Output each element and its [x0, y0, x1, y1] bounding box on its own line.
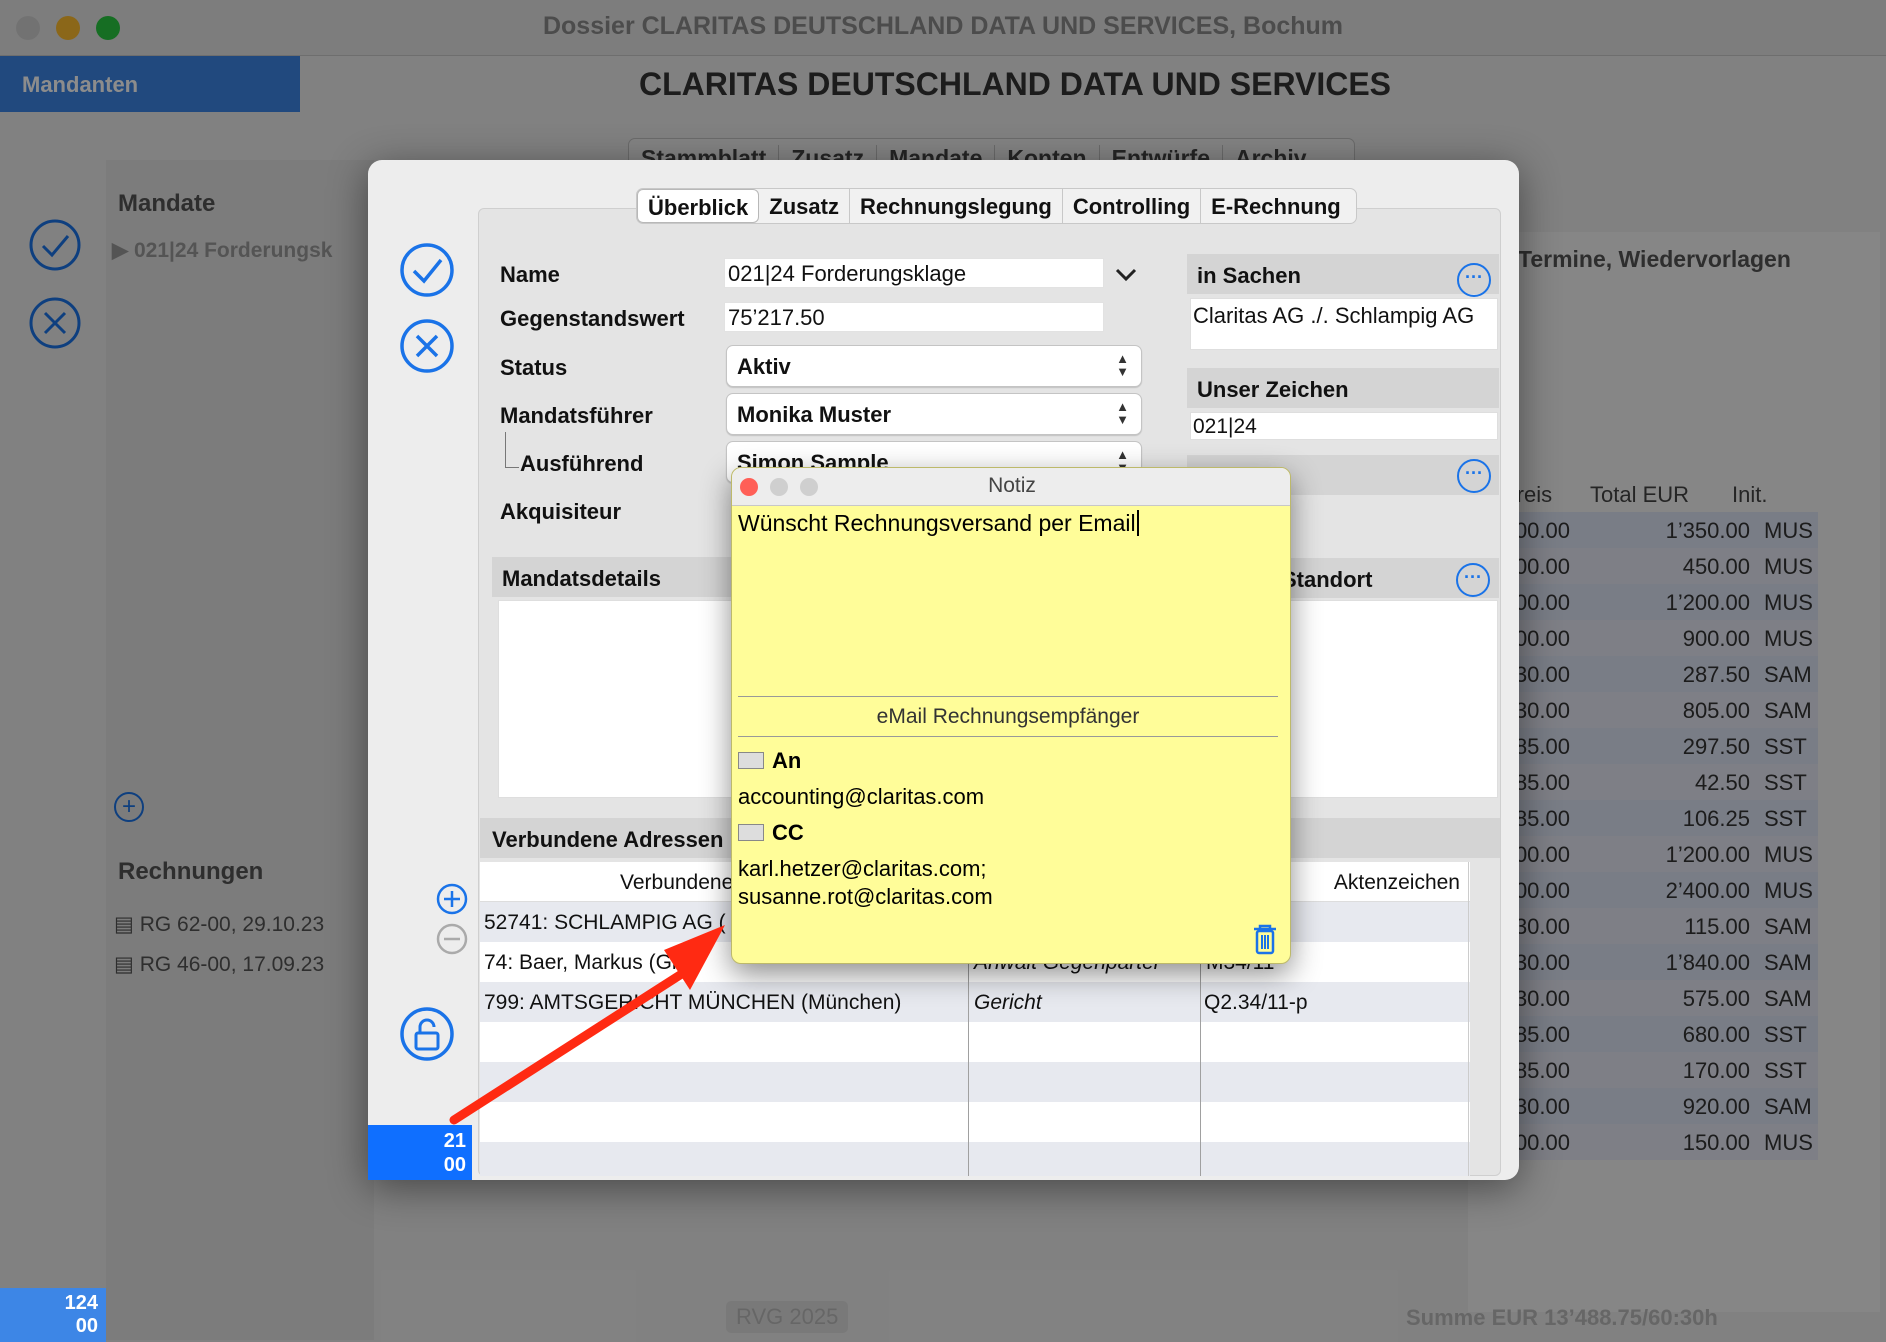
more-icon[interactable]: ··· [1457, 459, 1491, 493]
counter-bottom: 00 [75, 1315, 98, 1337]
mandatsfuehrer-value: Monika Muster [737, 402, 892, 427]
cc-label: CC [772, 820, 804, 845]
gegenstandswert-label: Gegenstandswert [500, 306, 685, 331]
column-divider [1468, 862, 1469, 1176]
divider [738, 696, 1278, 697]
note-text[interactable]: Wünscht Rechnungsversand per Email [738, 510, 1139, 537]
table-row [480, 1062, 1470, 1102]
sheet-counter-badge: 21 00 [368, 1125, 472, 1180]
address-cell: 52741: SCHLAMPIG AG ( [484, 911, 726, 934]
counter-badge: 124 00 [0, 1288, 106, 1342]
cc-row: CC [738, 820, 804, 846]
more-icon[interactable]: ··· [1456, 563, 1490, 597]
aktenzeichen-cell: Q2.34/11-p [1204, 991, 1308, 1014]
unser-zeichen-field[interactable]: 021|24 [1190, 412, 1498, 440]
an-row: An [738, 748, 801, 774]
unser-zeichen-header: Unser Zeichen [1187, 368, 1499, 408]
tab-controlling[interactable]: Controlling [1063, 189, 1202, 223]
badge-top: 21 [443, 1130, 466, 1152]
trash-icon[interactable] [1250, 922, 1280, 956]
col-verbundene[interactable]: Verbundene [620, 871, 733, 895]
email-section-title: eMail Rechnungsempfänger [876, 705, 1140, 728]
envelope-icon [738, 752, 764, 769]
badge-bottom: 00 [443, 1154, 466, 1176]
cc-value-1[interactable]: karl.hetzer@claritas.com; [738, 856, 987, 882]
note-window: Notiz Wünscht Rechnungsversand per Email… [731, 467, 1291, 964]
tab-zusatz[interactable]: Zusatz [759, 189, 850, 223]
in-sachen-header: in Sachen [1187, 254, 1499, 294]
text-cursor [1136, 510, 1139, 536]
mandatsfuehrer-label: Mandatsführer [500, 403, 653, 428]
status-select[interactable]: Aktiv ▲ ▼ [726, 345, 1142, 387]
tree-connector [505, 432, 519, 468]
table-row[interactable]: 799: AMTSGERICHT MÜNCHEN (München) Geric… [480, 982, 1470, 1022]
mandatsfuehrer-select[interactable]: Monika Muster ▲ ▼ [726, 393, 1142, 435]
name-field[interactable]: 021|24 Forderungsklage [724, 258, 1104, 288]
status-value: Aktiv [737, 354, 791, 379]
divider [738, 736, 1278, 737]
add-address-icon[interactable] [435, 882, 469, 916]
more-icon[interactable]: ··· [1457, 263, 1491, 297]
mandatsdetails-field[interactable] [498, 600, 738, 798]
name-label: Name [500, 262, 560, 287]
ausfuehrend-label: Ausführend [520, 451, 644, 476]
note-title-bar: Notiz [732, 468, 1290, 506]
akquisiteur-label: Akquisiteur [500, 499, 622, 524]
in-sachen-field[interactable]: Claritas AG ./. Schlampig AG [1190, 298, 1498, 350]
updown-icon: ▲▼ [1116, 351, 1129, 379]
tab-ueberblick[interactable]: Überblick [637, 189, 760, 223]
remove-address-icon[interactable] [435, 922, 469, 956]
gegenstandswert-field[interactable]: 75’217.50 [724, 302, 1104, 332]
table-row [480, 1142, 1470, 1176]
tab-e-rechnung[interactable]: E-Rechnung [1201, 189, 1351, 223]
updown-icon: ▲▼ [1116, 399, 1129, 427]
mandatsdetails-header: Mandatsdetails [492, 557, 732, 597]
chevron-down-icon[interactable] [1114, 264, 1138, 284]
cc-value-2[interactable]: susanne.rot@claritas.com [738, 884, 993, 910]
save-icon[interactable] [399, 242, 455, 298]
status-label: Status [500, 355, 568, 380]
lock-icon[interactable] [399, 1006, 455, 1062]
address-cell: 74: Baer, Markus (Glei [484, 951, 693, 974]
counter-top: 124 [64, 1292, 98, 1314]
sheet-tabs: Überblick Zusatz Rechnungslegung Control… [636, 188, 1357, 224]
note-title: Notiz [988, 474, 1036, 497]
rolle-cell: Gericht [974, 991, 1042, 1014]
address-cell: 799: AMTSGERICHT MÜNCHEN (München) [484, 991, 902, 1014]
discard-icon[interactable] [399, 318, 455, 374]
an-label: An [772, 748, 802, 773]
envelope-icon [738, 824, 764, 841]
an-value[interactable]: accounting@claritas.com [738, 784, 984, 810]
note-text-value: Wünscht Rechnungsversand per Email [738, 510, 1136, 536]
tab-rechnungslegung[interactable]: Rechnungslegung [850, 189, 1063, 223]
